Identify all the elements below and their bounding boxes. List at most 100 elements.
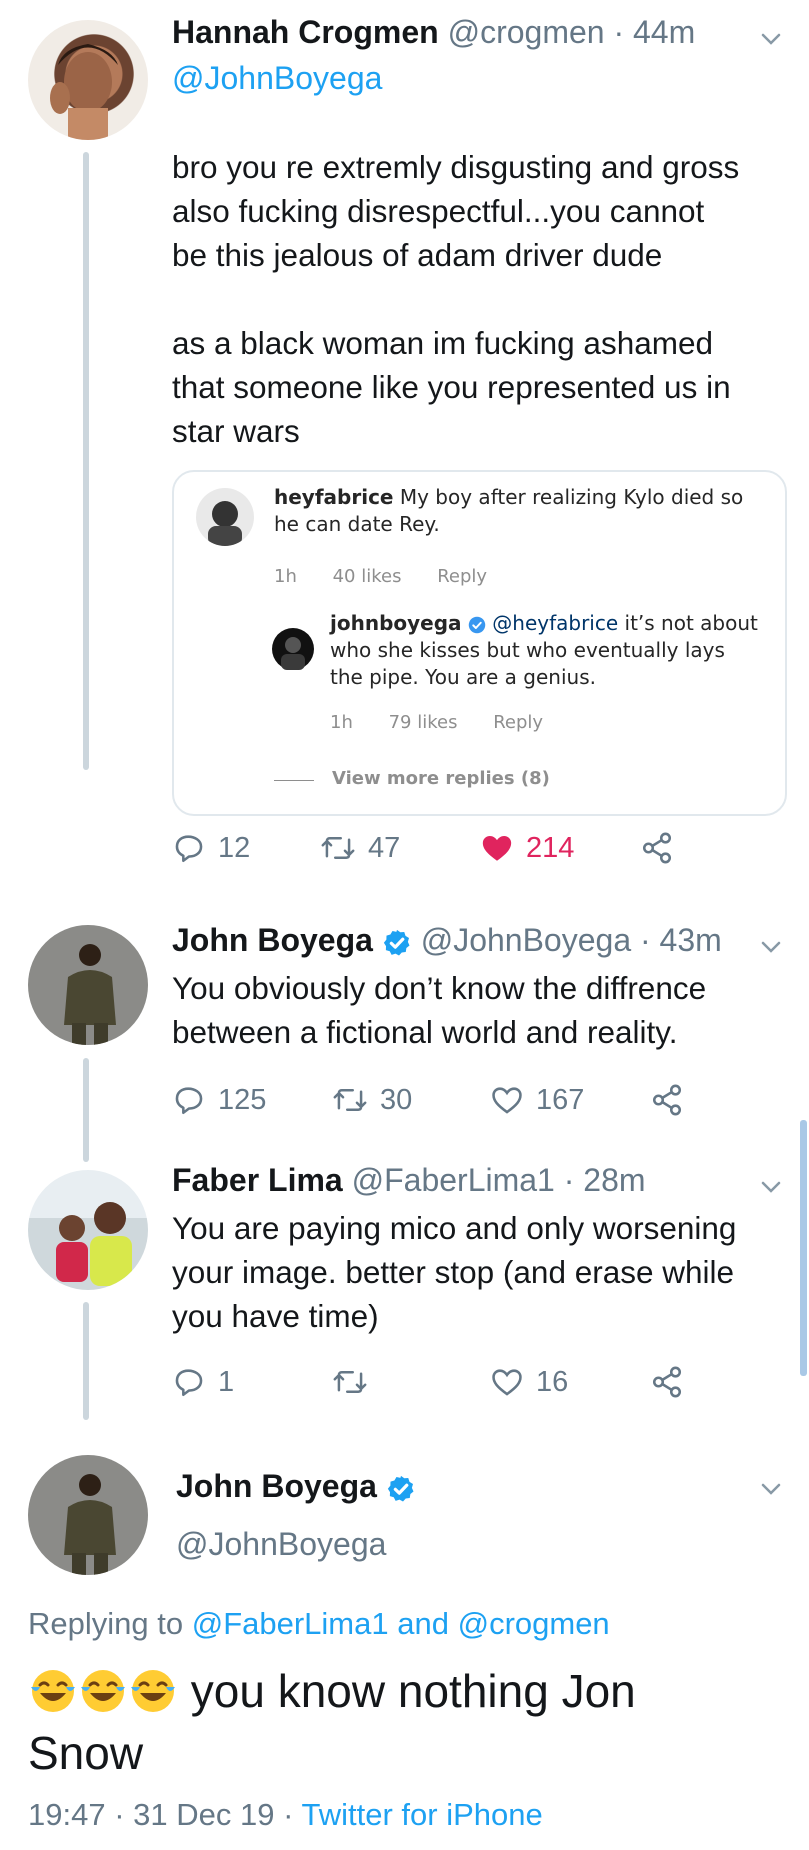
reply-count: 1: [218, 1365, 235, 1398]
like-count: 16: [536, 1365, 569, 1398]
timestamp[interactable]: 44m: [633, 14, 695, 50]
view-more-replies: View more replies (8): [332, 768, 550, 789]
retweet-icon: [321, 837, 355, 859]
embedded-image[interactable]: heyfabrice My boy after realizing Kylo d…: [172, 470, 787, 816]
share-button[interactable]: [650, 1362, 684, 1402]
reply-and[interactable]: and: [397, 1606, 449, 1641]
retweet-count: 47: [368, 831, 401, 864]
avatar-hannah[interactable]: [28, 20, 148, 140]
verified-badge-icon: [383, 929, 410, 956]
like-button[interactable]: 16: [490, 1362, 568, 1402]
verified-badge-icon: [387, 1475, 414, 1502]
display-name[interactable]: John Boyega: [176, 1468, 377, 1504]
text-line: between a fictional world and reality.: [172, 1014, 678, 1050]
replying-to: Replying to @FaberLima1 and @crogmen: [28, 1606, 610, 1642]
retweet-count: 30: [380, 1083, 413, 1116]
tweet-text: bro you re extremly disgusting and gross…: [172, 145, 739, 453]
ig-comment-text: My boy after realizing Kylo died so: [399, 485, 744, 509]
avatar-john-boyega[interactable]: [28, 925, 148, 1045]
ig-comment-text: the pipe. You are a genius.: [330, 665, 596, 689]
ig-reply: Reply: [493, 712, 544, 733]
avatar-image: [64, 1474, 116, 1575]
main-text-line: Snow: [28, 1727, 144, 1779]
time[interactable]: 19:47: [28, 1797, 106, 1832]
display-name[interactable]: Faber Lima: [172, 1162, 343, 1198]
text-line: You are paying mico and only worsening: [172, 1210, 737, 1246]
chevron-down-icon[interactable]: [760, 936, 782, 958]
date[interactable]: 31 Dec 19: [133, 1797, 274, 1832]
text-line: bro you re extremly disgusting and gross: [172, 149, 740, 185]
reply-icon: [175, 1087, 203, 1115]
handle[interactable]: @JohnBoyega: [421, 922, 631, 958]
avatar-image: [281, 637, 305, 670]
handle[interactable]: @crogmen: [448, 14, 605, 50]
tweet-timestamp: 19:47 · 31 Dec 19 · Twitter for iPhone: [28, 1797, 543, 1832]
reply-button[interactable]: 12: [172, 828, 250, 868]
share-icon: [642, 832, 672, 864]
ig-comment-meta: 1h 40 likes Reply: [274, 566, 517, 587]
ig-age: 1h: [330, 712, 353, 733]
text-line: star wars: [172, 413, 300, 449]
retweet-icon: [333, 1089, 367, 1111]
ig-comment-text: he can date Rey.: [274, 512, 440, 536]
replying-label: Replying to: [28, 1606, 184, 1641]
avatar-image: [50, 44, 118, 140]
timestamp[interactable]: 28m: [583, 1162, 645, 1198]
retweet-button[interactable]: 47: [320, 828, 400, 868]
ig-avatar-johnboyega: [272, 628, 314, 670]
thread-line: [83, 1302, 89, 1420]
text-line: that someone like you represented us in: [172, 369, 731, 405]
display-name[interactable]: John Boyega: [172, 922, 373, 958]
verified-badge-icon: [468, 616, 486, 633]
main-tweet-header: John Boyega: [176, 1468, 416, 1505]
ig-avatar-heyfabrice: [196, 488, 254, 546]
reply-mention[interactable]: @FaberLima1: [192, 1606, 389, 1641]
reply-count: 125: [218, 1083, 267, 1116]
ig-reply: Reply: [437, 566, 488, 587]
like-count: 167: [536, 1083, 585, 1116]
chevron-down-icon[interactable]: [760, 1478, 782, 1500]
avatar-john-boyega-main[interactable]: [28, 1455, 148, 1575]
share-icon: [652, 1084, 682, 1116]
avatar-faber-lima[interactable]: [28, 1170, 148, 1290]
tweet-actions: 1 16: [172, 1362, 772, 1402]
tweet-actions: 12 47 214: [172, 828, 772, 868]
text-line: your image. better stop (and erase while: [172, 1254, 735, 1290]
ig-username: johnboyega: [330, 611, 462, 635]
laughing-crying-emoji-icon: [131, 1670, 175, 1712]
chevron-down-icon[interactable]: [760, 1176, 782, 1198]
reply-to-mention[interactable]: @JohnBoyega: [172, 60, 382, 97]
like-button[interactable]: 167: [490, 1080, 584, 1120]
ig-comment-text: it’s not about: [624, 611, 758, 635]
reply-mention[interactable]: @crogmen: [458, 1606, 610, 1641]
handle[interactable]: @JohnBoyega: [176, 1526, 386, 1563]
timestamp[interactable]: 43m: [660, 922, 722, 958]
tweet-text: You are paying mico and only worsening y…: [172, 1206, 736, 1338]
avatar-image: [56, 1202, 132, 1286]
handle[interactable]: @FaberLima1: [352, 1162, 555, 1198]
laughing-crying-emoji-icon: [81, 1670, 125, 1712]
scrollbar[interactable]: [800, 1120, 807, 1376]
text-line: you have time): [172, 1298, 379, 1334]
main-tweet-text: you know nothing Jon Snow: [28, 1660, 788, 1784]
share-button[interactable]: [640, 828, 674, 868]
retweet-button[interactable]: [332, 1362, 380, 1402]
text-line: be this jealous of adam driver dude: [172, 237, 663, 273]
like-count: 214: [526, 831, 575, 864]
reply-button[interactable]: 125: [172, 1080, 266, 1120]
text-line: also fucking disrespectful...you cannot: [172, 193, 705, 229]
heart-filled-icon: [482, 835, 512, 861]
ig-comment-text: who she kisses but who eventually lays: [330, 638, 725, 662]
like-button[interactable]: 214: [480, 828, 574, 868]
client-link[interactable]: Twitter for iPhone: [302, 1797, 543, 1832]
share-button[interactable]: [650, 1080, 684, 1120]
reply-button[interactable]: 1: [172, 1362, 234, 1402]
ig-likes: 40 likes: [332, 566, 402, 587]
display-name[interactable]: Hannah Crogmen: [172, 14, 439, 50]
chevron-down-icon[interactable]: [760, 28, 782, 50]
divider: [274, 780, 314, 781]
text-line: You obviously don’t know the diffrence: [172, 970, 707, 1006]
retweet-button[interactable]: 30: [332, 1080, 412, 1120]
avatar-image: [208, 501, 242, 546]
